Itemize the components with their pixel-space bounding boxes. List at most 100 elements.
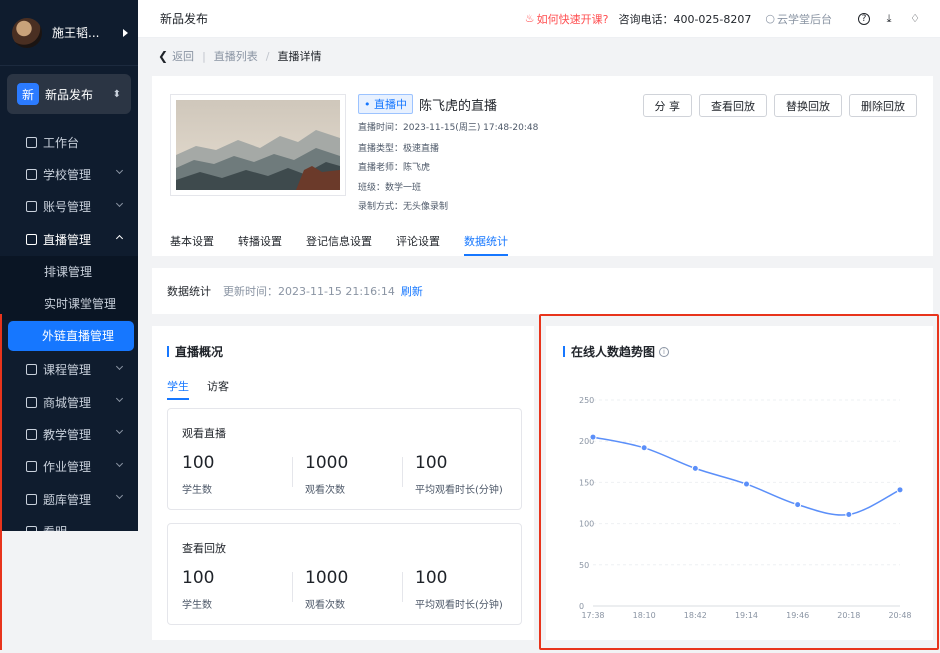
online-trend-chart: 05010015020025017:38 18:10 18:42 19:14 19:46… <box>579 396 912 620</box>
sidebar-item-workbench[interactable]: 工作台 <box>0 126 138 158</box>
x-tick-label: 18:10 <box>633 611 656 620</box>
quick-start-link[interactable]: 如何快速开课? <box>537 11 609 27</box>
org-switcher[interactable]: 新 新品发布 ⬍ <box>7 74 131 114</box>
refresh-link[interactable]: 刷新 <box>401 283 423 299</box>
sidebar-item-shop[interactable]: 商城管理 <box>0 386 138 418</box>
live-status-badge: • 直播中 <box>358 94 413 114</box>
share-button[interactable]: 分 享 <box>642 94 692 117</box>
live-actions: 分 享 查看回放 替换回放 删除回放 <box>636 94 917 117</box>
sidebar-subitem-realtime-class[interactable]: 实时课堂管理 <box>0 287 138 320</box>
y-tick-label: 50 <box>579 561 589 570</box>
stats-header: 数据统计 更新时间：2023-11-15 21:16:14 刷新 <box>152 268 933 314</box>
chevron-down-icon <box>115 492 124 500</box>
live-icon <box>26 233 37 245</box>
metric-avg-duration: 100 平均观看时长(分钟) <box>415 453 503 496</box>
live-class: 班级：数学一班 <box>358 183 422 193</box>
live-cover-image <box>170 94 346 196</box>
metric-divider <box>292 572 293 602</box>
metric-label: 平均观看时长(分钟) <box>415 600 503 611</box>
chevron-down-icon <box>115 427 124 435</box>
user-name: 施王韬... <box>52 26 100 40</box>
tab-data-statistics[interactable]: 数据统计 <box>464 226 508 256</box>
sidebar-item-school[interactable]: 学校管理 <box>0 158 138 190</box>
replace-replay-button[interactable]: 替换回放 <box>774 94 842 117</box>
stats-label: 数据统计 <box>167 285 211 298</box>
x-tick-label: 18:42 <box>684 611 707 620</box>
tab-registration-settings[interactable]: 登记信息设置 <box>306 226 372 256</box>
metric-value: 1000 <box>305 453 349 473</box>
sidebar-item-label: 作业管理 <box>43 460 92 475</box>
delete-replay-button[interactable]: 删除回放 <box>849 94 917 117</box>
fire-icon: ♨ <box>524 12 535 25</box>
live-watch-box: 观看直播 100 学生数 1000 观看次数 100 平均观看时长(分钟) <box>167 408 522 510</box>
account-icon <box>26 201 37 213</box>
org-name: 新品发布 <box>45 87 94 102</box>
sidebar-item-view[interactable]: 看明 <box>0 516 138 531</box>
sidebar-item-live[interactable]: 直播管理 <box>0 223 138 255</box>
detail-tabs: 基本设置 转播设置 登记信息设置 评论设置 数据统计 <box>170 226 532 256</box>
metric-students: 100 学生数 <box>182 453 214 496</box>
sidebar-item-homework[interactable]: 作业管理 <box>0 451 138 483</box>
view-replay-button[interactable]: 查看回放 <box>699 94 767 117</box>
sidebar-item-label: 题库管理 <box>43 492 92 507</box>
course-icon <box>26 364 37 376</box>
metric-avg-duration: 100 平均观看时长(分钟) <box>415 568 503 611</box>
metric-label: 平均观看时长(分钟) <box>415 485 503 496</box>
sidebar-subitem-external-live[interactable]: 外链直播管理 <box>8 320 134 351</box>
hotline-text: 咨询电话：400-025-8207 <box>618 12 752 26</box>
online-trend-panel: 在线人数趋势图 i 0 50 100 150 200 250 17:38 18:10 18:42… <box>546 326 933 640</box>
org-badge: 新 <box>17 83 39 105</box>
bell-icon[interactable]: ♢ <box>908 12 922 26</box>
metric-views: 1000 观看次数 <box>305 568 348 611</box>
question-bank-icon <box>26 493 37 505</box>
data-point <box>640 444 648 452</box>
tab-comment-settings[interactable]: 评论设置 <box>396 226 440 256</box>
sidebar-item-course[interactable]: 课程管理 <box>0 354 138 386</box>
panel-title: 直播概况 <box>167 343 223 360</box>
metric-divider <box>402 572 403 602</box>
metric-value: 100 <box>182 568 215 588</box>
sidebar-item-teaching[interactable]: 教学管理 <box>0 418 138 450</box>
teaching-icon <box>26 429 37 441</box>
cloud-icon: ○ <box>765 12 775 25</box>
live-type: 直播类型：极速直播 <box>358 144 440 154</box>
dashboard-icon <box>26 136 37 148</box>
sidebar-item-label: 账号管理 <box>43 200 92 215</box>
sidebar-item-label: 课程管理 <box>43 363 92 378</box>
tab-students[interactable]: 学生 <box>167 378 189 400</box>
avatar <box>12 17 42 48</box>
x-tick-label: 17:38 <box>581 611 604 620</box>
breadcrumb-back[interactable]: 返回 <box>172 48 194 64</box>
user-menu[interactable]: 施王韬... <box>0 0 138 66</box>
y-tick-label: 0 <box>579 602 584 611</box>
tab-basic-settings[interactable]: 基本设置 <box>170 226 214 256</box>
back-arrow-icon[interactable]: ❮ <box>158 49 168 63</box>
y-tick-label: 150 <box>579 478 594 487</box>
sidebar: 施王韬... 新 新品发布 ⬍ 工作台 学校管理 账号管理 直播管理 排课管理 … <box>0 0 138 531</box>
sidebar-subitem-schedule[interactable]: 排课管理 <box>0 255 138 288</box>
breadcrumb-live-list[interactable]: 直播列表 <box>214 48 258 64</box>
tab-relay-settings[interactable]: 转播设置 <box>238 226 282 256</box>
metric-value: 1000 <box>305 568 349 588</box>
replay-watch-box: 查看回放 100 学生数 1000 观看次数 100 平均观看时长(分钟) <box>167 523 522 625</box>
stat-box-title: 查看回放 <box>182 542 226 555</box>
cloud-admin-link[interactable]: 云学堂后台 <box>777 11 832 27</box>
chevron-down-icon <box>115 167 124 175</box>
download-icon[interactable]: ⤓ <box>882 12 896 26</box>
chevron-down-icon <box>115 362 124 370</box>
sidebar-item-account[interactable]: 账号管理 <box>0 191 138 223</box>
tab-visitors[interactable]: 访客 <box>207 378 229 400</box>
sidebar-item-label: 直播管理 <box>43 232 92 247</box>
sidebar-item-label: 商城管理 <box>43 395 92 410</box>
y-tick-label: 100 <box>579 520 594 529</box>
sidebar-item-question-bank[interactable]: 题库管理 <box>0 483 138 515</box>
metric-label: 学生数 <box>182 485 212 496</box>
breadcrumb-current: 直播详情 <box>277 50 322 63</box>
help-icon[interactable]: ? <box>858 12 870 25</box>
highlight-edge-mark <box>0 314 2 650</box>
chevron-down-icon <box>115 394 124 402</box>
y-tick-label: 250 <box>579 396 594 405</box>
breadcrumb-separator: | <box>202 49 206 63</box>
caret-right-icon <box>123 28 128 37</box>
metric-label: 学生数 <box>182 600 212 611</box>
